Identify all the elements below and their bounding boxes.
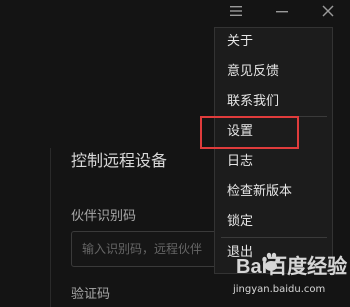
baidu-jingyan-watermark: Bai百度经验 jingyan.baidu.com (224, 246, 348, 304)
hamburger-menu-icon[interactable] (225, 2, 247, 20)
menu-item-lock[interactable]: 锁定 (227, 212, 253, 232)
menu-item-check-update[interactable]: 检查新版本 (227, 182, 292, 202)
left-divider (50, 148, 51, 307)
menu-item-contact[interactable]: 联系我们 (227, 92, 279, 112)
close-icon[interactable] (317, 2, 339, 20)
app-window: 控制远程设备 伙伴识别码 输入识别码，远程伙伴 验证码 关于 意见反馈 联系我们… (0, 0, 350, 307)
watermark-url: jingyan.baidu.com (233, 284, 326, 295)
watermark-brand: Bai百度经验 (236, 256, 348, 278)
menu-separator (221, 237, 327, 238)
menu-item-feedback[interactable]: 意见反馈 (227, 62, 279, 82)
dropdown-menu: 关于 意见反馈 联系我们 设置 日志 检查新版本 锁定 退出 (214, 27, 333, 274)
menu-item-about[interactable]: 关于 (227, 32, 253, 52)
partner-id-label: 伙伴识别码 (71, 209, 137, 224)
menu-item-log[interactable]: 日志 (227, 152, 253, 172)
settings-highlight-annotation (200, 116, 299, 149)
title-bar (0, 0, 350, 24)
verify-code-label: 验证码 (71, 287, 111, 302)
minimize-icon[interactable] (271, 2, 293, 20)
panel-title: 控制远程设备 (71, 151, 168, 170)
